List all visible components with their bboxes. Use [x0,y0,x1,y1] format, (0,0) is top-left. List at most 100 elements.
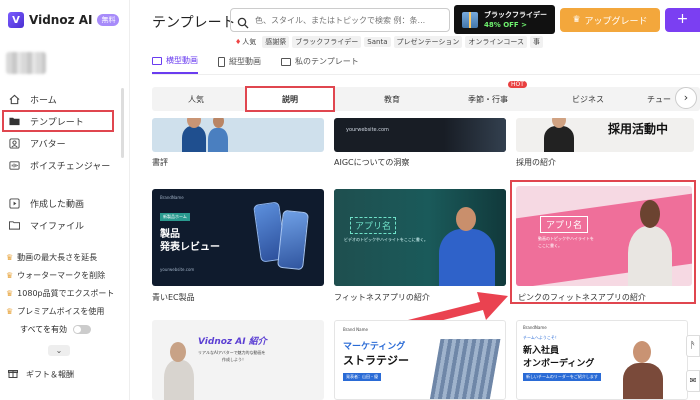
card-tag: 新製品ホーム [160,213,190,221]
category-business[interactable]: ビジネス [544,87,632,111]
promo-line1: ブラックフライデー [484,10,547,19]
sidebar-item-label: マイファイル [30,221,85,232]
template-card-blue-ec[interactable]: BrandName 新製品ホーム 製品 発表レビュー yourwebsite.c… [152,189,324,286]
search-input[interactable] [255,15,445,25]
promo-text: ブラックフライデー 48% OFF > [484,10,547,30]
card-graphic [444,118,506,152]
create-plus-button[interactable]: + [665,8,700,32]
crown-icon: ♛ [6,306,14,316]
card-title: ストラテジー [343,354,409,367]
building-graphic [429,339,501,399]
highlight-box [510,180,696,304]
crown-icon: ♛ [6,252,14,262]
template-card-fitness-app[interactable]: アプリ名 ビデオのトピックやハイライトをここに書く。 [334,189,506,286]
template-card-marketing[interactable]: Brand Name マーケティング ストラテジー 発表者：山田・優 [334,320,506,400]
enable-all-toggle[interactable] [72,324,91,334]
black-friday-promo[interactable]: ブラックフライデー 48% OFF > [454,5,555,34]
card-title: マーケティング [343,342,406,352]
tag-chip[interactable]: ブラックフライデー [292,36,362,48]
perk-item: ♛ 1080p品質でエクスポート [6,288,115,298]
tag-chip[interactable]: オンラインコース [465,36,528,48]
floating-tool-button[interactable]: ᚫ [686,335,700,357]
phone-graphic [277,209,309,271]
template-card-onboarding[interactable]: BrandName チームへようこそ！ 新入社員 オンボーディング 新しいチーム… [516,320,688,400]
folder-icon [8,219,20,231]
crown-icon: ♛ [6,288,14,298]
perk-item: ♛ 動画の最大長さを延長 [6,252,98,262]
gift-rewards[interactable]: ギフト＆報酬 [8,368,74,380]
perk-item: ♛ ウォーターマークを削除 [6,270,106,280]
sidebar-item-label: テンプレート [30,117,84,128]
promo-line2: 48% OFF > [484,20,528,29]
home-icon [8,93,20,105]
upgrade-label: アップグレード [584,16,648,27]
mail-icon[interactable]: ✉ [686,370,700,392]
card-desc: ビデオのトピックやハイライトをここに書く。 [344,237,428,242]
chevron-down-icon[interactable]: ⌄ [48,345,70,356]
category-popular[interactable]: 人気 [152,87,240,111]
tag-chip[interactable]: 人気 [232,36,259,48]
chevron-right-icon[interactable]: › [675,87,697,109]
card-brand: BrandName [160,195,184,200]
template-card[interactable] [152,118,324,152]
crown-icon: ♛ [572,15,581,25]
category-strip: 人気 説明 教育 季節・行事 HOT ビジネス チュー [152,81,700,112]
tag-chip[interactable]: プレゼンテーション [393,36,463,48]
nav-divider [0,176,124,192]
user-avatar-blurred[interactable] [6,52,46,74]
vidnoz-logo-icon: V [8,12,24,28]
category-explainer[interactable]: 説明 [245,86,335,112]
template-card-vidnoz-intro[interactable]: Vidnoz AI 紹介 リアルなAIアバターで魅力的な動画を 作成しよう！ [152,320,324,400]
hot-badge: HOT [508,81,527,88]
sidebar-item-my-files[interactable]: マイファイル [0,214,124,236]
card-kicker: チームへようこそ！ [523,335,559,340]
card-caption: 青いEC製品 [152,293,195,302]
gift-label: ギフト＆報酬 [26,369,74,379]
tag-chip[interactable]: 事 [530,36,544,48]
sidebar-item-my-videos[interactable]: 作成した動画 [0,192,124,214]
sidebar-scrollbar[interactable] [121,88,124,158]
upgrade-button[interactable]: ♛ アップグレード [560,8,660,32]
card-url: yourwebsite.com [346,127,389,133]
tabs-divider [152,74,700,75]
vertical-video-icon [218,56,225,67]
tab-vertical-video[interactable]: 縦型動画 [218,55,261,74]
perk-item: ♛ プレミアムボイスを使用 [6,306,105,316]
video-play-icon [8,197,20,209]
card-title: 発表レビュー [160,242,220,253]
search-box[interactable] [230,8,450,32]
category-education[interactable]: 教育 [348,87,436,111]
gift-box-icon [462,11,478,28]
card-caption: 書評 [152,158,168,167]
template-card[interactable]: 採用活動中 [516,118,694,152]
my-template-icon [281,57,291,66]
sidebar-item-label: ボイスチェンジャー [30,161,111,172]
tag-chip[interactable]: Santa [364,37,391,47]
sidebar-item-voice-changer[interactable]: ボイスチェンジャー [0,154,124,176]
sidebar-item-template[interactable]: テンプレート [2,110,114,132]
card-caption: AIGCについての洞察 [334,158,410,167]
category-seasonal[interactable]: 季節・行事 [444,87,532,111]
template-card[interactable]: yourwebsite.com [334,118,506,152]
free-badge: 無料 [97,14,120,26]
card-caption: 採用の紹介 [516,158,556,167]
brand[interactable]: V Vidnoz AI 無料 [8,10,120,30]
brand-name: Vidnoz AI [29,13,93,27]
card-brand: BrandName [523,325,547,330]
sidebar-item-home[interactable]: ホーム [0,88,124,110]
tab-my-templates[interactable]: 私のテンプレート [281,55,359,74]
tag-chip[interactable]: 感謝祭 [262,36,290,48]
tab-horizontal-video[interactable]: 横型動画 [152,55,198,74]
enable-all-row: すべてを有効 [6,320,126,338]
app-window: V Vidnoz AI 無料 ホーム テンプレート アバター ボイスチェンジャー… [0,0,700,400]
orientation-tabs: 横型動画 縦型動画 私のテンプレート [152,55,359,74]
sidebar-item-label: ホーム [30,95,57,106]
card-app-name: アプリ名 [350,217,397,234]
sidebar-item-avatar[interactable]: アバター [0,132,124,154]
premium-perks: ♛ 動画の最大長さを延長 ♛ ウォーターマークを削除 ♛ 1080p品質でエクスポート… [6,248,126,338]
page-title: テンプレート [152,15,236,31]
card-caption: ピンクのフィットネスアプリの紹介 [518,293,646,302]
sidebar-nav: ホーム テンプレート アバター ボイスチェンジャー 作成した動画 マイファイル [0,88,124,236]
card-desc: 作成しよう！ [222,357,246,362]
card-title: 新入社員 [523,346,560,356]
